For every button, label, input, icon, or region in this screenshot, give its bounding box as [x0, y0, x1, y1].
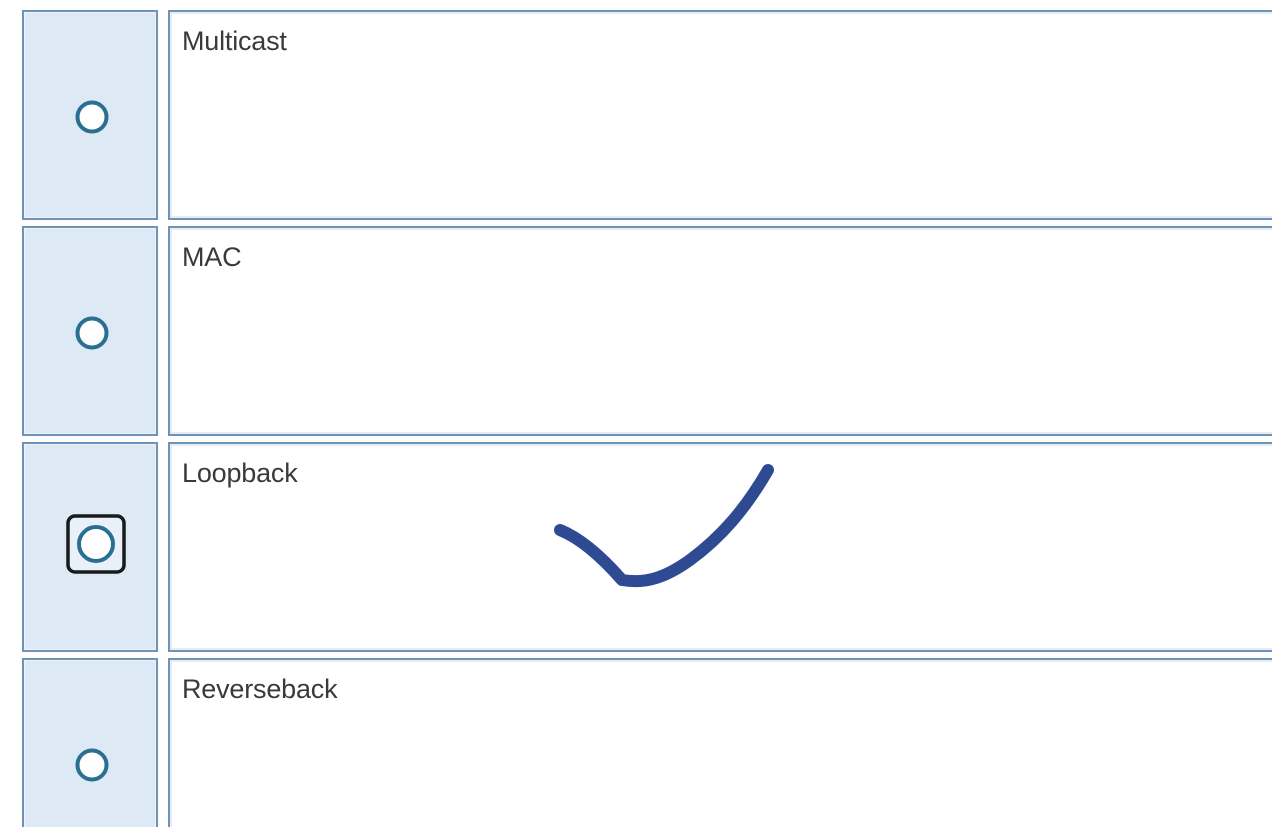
- answer-cell[interactable]: MAC: [168, 226, 1272, 436]
- radio-button-icon[interactable]: [75, 748, 109, 782]
- answer-label: Loopback: [182, 458, 298, 488]
- answer-label: MAC: [182, 242, 242, 272]
- answer-cell[interactable]: Reverseback: [168, 658, 1272, 827]
- radio-button-icon[interactable]: [75, 100, 109, 134]
- quiz-answer-list: Multicast MAC Loopback Reverseback: [0, 0, 1272, 827]
- answer-cell[interactable]: Multicast: [168, 10, 1272, 220]
- answer-option-mac[interactable]: MAC: [22, 226, 1272, 436]
- radio-cell[interactable]: [22, 10, 158, 220]
- answer-cell[interactable]: Loopback: [168, 442, 1272, 652]
- radio-cell[interactable]: [22, 442, 158, 652]
- radio-cell[interactable]: [22, 226, 158, 436]
- radio-cell[interactable]: [22, 658, 158, 827]
- answer-label: Multicast: [182, 26, 287, 56]
- answer-option-loopback[interactable]: Loopback: [22, 442, 1272, 652]
- answer-option-multicast[interactable]: Multicast: [22, 10, 1272, 220]
- radio-button-icon[interactable]: [66, 514, 126, 574]
- answer-label: Reverseback: [182, 674, 338, 704]
- answer-option-reverseback[interactable]: Reverseback: [22, 658, 1272, 827]
- radio-button-icon[interactable]: [75, 316, 109, 350]
